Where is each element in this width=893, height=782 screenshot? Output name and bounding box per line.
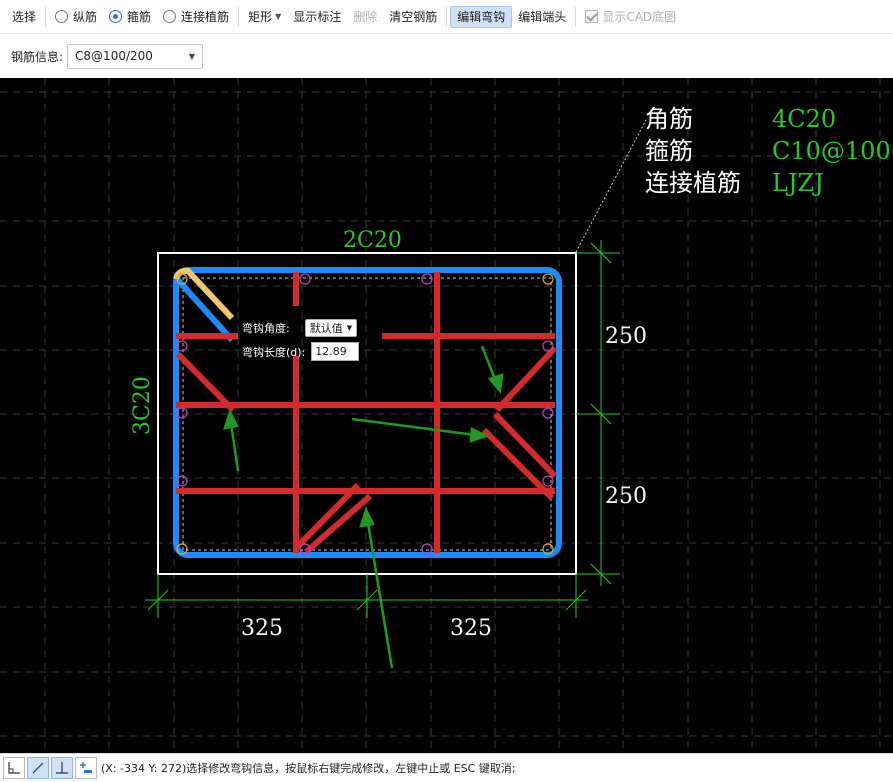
rebar-info-value: C8@100/200 [75, 49, 153, 63]
toolbar-divider [446, 6, 448, 27]
info-name-stirrup: 箍筋 [645, 137, 693, 165]
delete-button[interactable]: 删除 [347, 5, 383, 29]
rebar-info-table: 角筋 4C20 箍筋 C10@100(4 连接植筋 LJZJ [645, 105, 893, 197]
section-drawing[interactable]: 角筋 4C20 箍筋 C10@100(4 连接植筋 LJZJ [0, 78, 893, 753]
toolbar-divider [238, 6, 240, 27]
add-point-icon [80, 762, 92, 773]
info-name-corner: 角筋 [645, 105, 693, 133]
toolbar: 选择 纵筋 箍筋 连接植筋 矩形 ▼ 显示标注 删除 清空钢筋 编辑弯钩 编辑端… [0, 0, 893, 34]
show-cad-checkbox[interactable]: 显示CAD底图 [579, 5, 682, 29]
select-button[interactable]: 选择 [6, 5, 42, 29]
info-leader-line [575, 119, 647, 253]
rebar-info-row: 钢筋信息: C8@100/200 ▼ [0, 34, 893, 78]
chevron-down-icon: ▼ [188, 51, 196, 61]
radio-connection-indicator[interactable] [163, 10, 177, 23]
edit-end-button[interactable]: 编辑端头 [512, 5, 572, 29]
corner-snap-button[interactable] [3, 757, 25, 779]
perpendicular-snap-button[interactable] [51, 757, 73, 779]
radio-longitudinal[interactable]: 纵筋 [49, 5, 103, 29]
dim-bottom-left: 325 [241, 616, 283, 641]
hook-length-input[interactable]: 12.89 [311, 342, 360, 361]
hook-angle-value: 默认值 [309, 322, 343, 335]
info-value-stirrup: C10@100(4 [772, 137, 893, 165]
corner-snap-icon [8, 762, 20, 774]
drawing-canvas[interactable]: 角筋 4C20 箍筋 C10@100(4 连接植筋 LJZJ [0, 78, 893, 753]
edit-hook-button[interactable]: 编辑弯钩 [450, 5, 513, 28]
shape-dropdown[interactable]: 矩形 ▼ [242, 5, 287, 29]
show-annotation-button[interactable]: 显示标注 [287, 5, 347, 29]
add-point-button[interactable] [75, 757, 97, 779]
radio-longitudinal-label: 纵筋 [73, 10, 98, 24]
info-value-connection: LJZJ [772, 169, 824, 197]
radio-stirrup-indicator[interactable] [109, 10, 123, 23]
dimension-lines [145, 240, 620, 618]
dim-right-bottom: 250 [605, 484, 647, 509]
info-value-corner: 4C20 [772, 105, 836, 133]
show-cad-label: 显示CAD底图 [602, 10, 677, 24]
shape-dropdown-label: 矩形 [248, 10, 273, 24]
status-bar: (X: -334 Y: 272)选择修改弯钩信息，按鼠标右键完成修改，左键中止或… [0, 753, 893, 782]
chevron-down-icon: ▼ [275, 12, 282, 21]
line-snap-icon [32, 762, 44, 774]
radio-stirrup-label: 箍筋 [127, 10, 152, 24]
top-rebar-label: 2C20 [343, 228, 402, 253]
hook-angle-select[interactable]: 默认值 ▼ [304, 319, 358, 337]
hook-length-row: 弯钩长度(d): 12.89 [242, 342, 360, 361]
chevron-down-icon: ▼ [346, 324, 353, 332]
hook-angle-label: 弯钩角度: [242, 322, 290, 335]
clear-rebar-button[interactable]: 清空钢筋 [383, 5, 443, 29]
radio-connection-label: 连接植筋 [181, 10, 230, 24]
toolbar-divider [45, 6, 47, 27]
rebar-info-label: 钢筋信息: [11, 49, 64, 64]
dim-right-top: 250 [605, 324, 647, 349]
radio-stirrup[interactable]: 箍筋 [103, 5, 157, 29]
rebar-info-select[interactable]: C8@100/200 ▼ [67, 43, 204, 69]
dim-bottom-right: 325 [450, 616, 492, 641]
perpendicular-snap-icon [56, 762, 68, 774]
side-rebar-label: 3C20 [130, 376, 155, 435]
radio-connection[interactable]: 连接植筋 [157, 5, 235, 29]
radio-longitudinal-indicator[interactable] [55, 10, 69, 23]
info-name-connection: 连接植筋 [645, 169, 741, 197]
status-message: (X: -334 Y: 272)选择修改弯钩信息，按鼠标右键完成修改，左键中止或… [101, 762, 516, 775]
checkbox-check-icon[interactable] [585, 10, 599, 23]
hook-length-label: 弯钩长度(d): [242, 345, 306, 359]
line-snap-button[interactable] [27, 757, 49, 779]
toolbar-divider [575, 6, 577, 27]
hook-angle-row: 弯钩角度: 默认值 ▼ [242, 319, 358, 337]
